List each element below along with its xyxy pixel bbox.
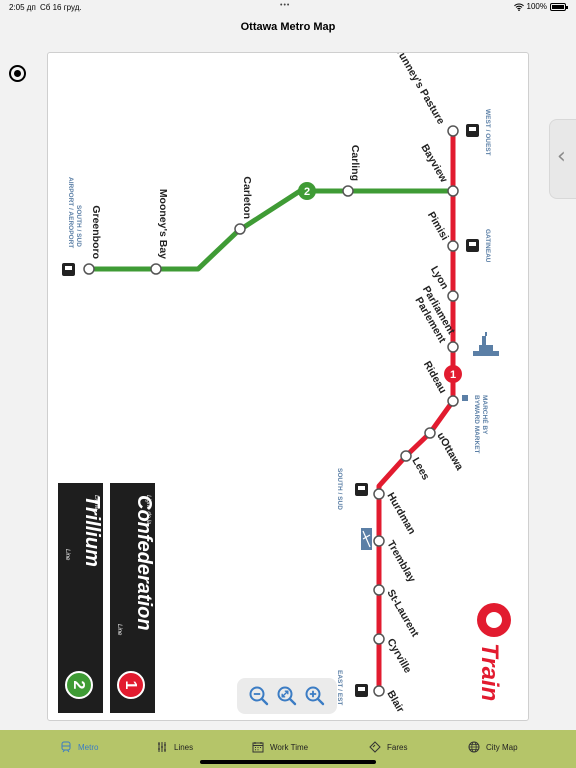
station-label-carleton: Carleton [241, 176, 253, 219]
station-dot-bayview[interactable] [447, 185, 459, 197]
legend-confederation[interactable]: Ligne de la Confederation Line 1 [110, 483, 155, 713]
status-right: 100% [513, 2, 568, 11]
metro-map-svg: 2 1 Tunney's Pasture Bayview Pimisi Lyon… [58, 53, 511, 715]
battery-percent: 100% [526, 2, 547, 11]
station-dot-mooneys[interactable] [150, 263, 162, 275]
status-time: 2:05 дп [9, 3, 36, 12]
station-label-hurdman: Hurdman [384, 491, 417, 537]
battery-icon [550, 2, 568, 11]
station-dot-pimisi[interactable] [447, 240, 459, 252]
station-label-tremblay: Tremblay [384, 539, 418, 585]
line-1-track [376, 131, 456, 693]
tab-label-lines: Lines [174, 742, 194, 752]
rail-icon [361, 528, 372, 550]
station-label-greenboro: Greenboro [90, 205, 102, 259]
tab-fares[interactable]: Fares [369, 739, 407, 755]
tab-label-fares: Fares [387, 742, 408, 752]
svg-text:Confederation: Confederation [133, 495, 155, 631]
calendar-icon [252, 742, 264, 753]
wifi-icon [513, 3, 524, 11]
station-label-tunneys: Tunney's Pasture [393, 53, 447, 127]
tab-label-work-time: Work Time [270, 742, 309, 752]
station-label-rideau: Rideau [421, 359, 449, 395]
station-label-uottawa: uOttawa [434, 431, 465, 473]
parliament-icon [473, 332, 499, 356]
chevron-left-icon: ‹ [557, 144, 566, 169]
line-1-badge: 1 [444, 365, 462, 383]
station-dot-blair[interactable] [373, 685, 385, 697]
zoom-in-icon[interactable] [304, 685, 326, 707]
svg-text:1: 1 [450, 369, 456, 381]
direction-south: SOUTH / SUD [336, 468, 343, 510]
station-dot-greenboro[interactable] [83, 263, 95, 275]
station-dot-cyrville[interactable] [373, 633, 385, 645]
station-dot-carleton[interactable] [234, 223, 246, 235]
zoom-reset-icon[interactable] [276, 685, 298, 707]
station-dot-lees[interactable] [400, 450, 412, 462]
side-panel-handle[interactable]: ‹ [549, 119, 576, 199]
market-icon [462, 395, 468, 401]
multitasking-dots[interactable]: ••• [280, 2, 290, 9]
station-dot-carling[interactable] [342, 185, 354, 197]
direction-gatineau: GATINEAU [484, 229, 491, 263]
home-indicator[interactable] [200, 760, 376, 764]
station-label-stlaurent: St-Laurent [384, 588, 421, 640]
station-dot-stlaurent[interactable] [373, 584, 385, 596]
line-2-track [89, 188, 451, 272]
svg-text:2: 2 [70, 681, 87, 690]
ticket-icon [369, 741, 381, 753]
bus-icon [466, 239, 479, 252]
tab-city-map[interactable]: City Map [468, 739, 518, 755]
zoom-out-icon[interactable] [248, 685, 270, 707]
bus-icon [62, 263, 75, 276]
direction-east: EAST / EST [336, 670, 343, 705]
svg-text:2: 2 [304, 186, 310, 198]
metro-map[interactable]: 2 1 Tunney's Pasture Bayview Pimisi Lyon… [47, 52, 529, 721]
station-dot-tunneys[interactable] [447, 125, 459, 137]
tab-label-metro: Metro [78, 742, 99, 752]
zoom-controls [237, 678, 337, 714]
station-label-blair: Blair [384, 689, 406, 715]
station-dot-lyon[interactable] [447, 290, 459, 302]
svg-text:1: 1 [122, 681, 139, 690]
station-dot-parliament[interactable] [447, 341, 459, 353]
train-icon [61, 741, 71, 753]
page-title: Ottawa Metro Map [240, 21, 336, 33]
lines-icon [158, 742, 166, 752]
tab-lines[interactable]: Lines [156, 739, 193, 755]
direction-west: WEST / OUEST [484, 109, 491, 156]
locate-icon[interactable] [9, 65, 26, 82]
tab-metro[interactable]: Metro [60, 739, 98, 755]
station-dot-uottawa[interactable] [424, 427, 436, 439]
station-label-pimisi: Pimisi [425, 210, 451, 243]
station-dot-hurdman[interactable] [373, 488, 385, 500]
station-label-lees: Lees [409, 456, 431, 483]
station-label-bayview: Bayview [418, 142, 450, 185]
tab-label-city-map: City Map [486, 742, 518, 752]
status-bar: 2:05 дп Сб 16 груд. ••• 100% [0, 0, 576, 16]
otrain-logo: Train [476, 603, 511, 701]
station-dot-rideau[interactable] [447, 395, 459, 407]
svg-text:Line: Line [116, 624, 122, 636]
status-date: Сб 16 груд. [40, 3, 82, 12]
direction-byward: BYWARD MARKET MARCHÉ BY [473, 395, 490, 455]
svg-text:Line: Line [64, 549, 70, 561]
station-label-cyrville: Cyrville [384, 637, 413, 676]
svg-text:Train: Train [476, 643, 503, 701]
station-dot-tremblay[interactable] [373, 535, 385, 547]
bus-icon [355, 684, 368, 697]
line-2-stations [83, 185, 354, 275]
legend-trillium[interactable]: Ligne Trillium Line 2 [58, 483, 103, 713]
svg-text:Trillium: Trillium [81, 495, 103, 567]
bus-icon [466, 124, 479, 137]
tab-work-time[interactable]: Work Time [252, 739, 308, 755]
station-label-mooneys: Mooney's Bay [157, 189, 169, 259]
bus-icon [355, 483, 368, 496]
direction-airport: SOUTH / SUD AIRPORT / AEROPORT [67, 177, 82, 249]
station-label-carling: Carling [349, 145, 361, 181]
line-2-badge: 2 [298, 182, 316, 200]
globe-icon [468, 741, 480, 753]
